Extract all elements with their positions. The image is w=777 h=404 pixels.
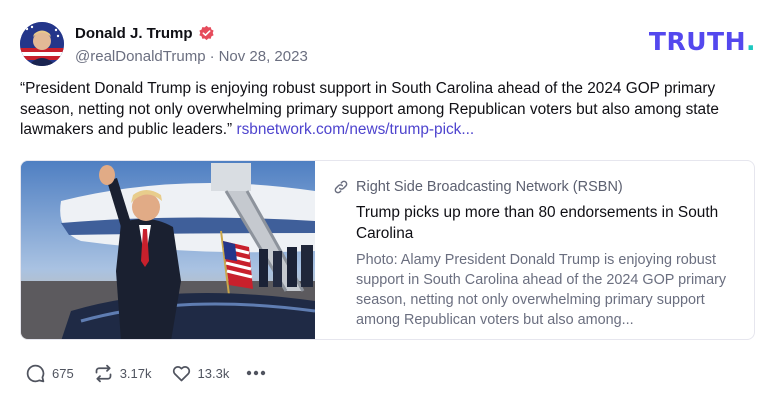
post-header: Donald J. Trump @realDonaldTrump · Nov 28,… [20, 20, 308, 68]
author-meta: @realDonaldTrump · Nov 28, 2023 [75, 48, 308, 65]
reply-button[interactable]: 675 [25, 363, 74, 384]
link-preview-card[interactable]: Right Side Broadcasting Network (RSBN) T… [20, 160, 755, 340]
heart-icon [172, 365, 190, 381]
post-content: “President Donald Trump is enjoying robu… [20, 79, 760, 141]
post-date[interactable]: Nov 28, 2023 [219, 48, 308, 65]
author-handle[interactable]: @realDonaldTrump [75, 48, 206, 65]
retruth-button[interactable]: 3.17k [93, 363, 152, 384]
card-title[interactable]: Trump picks up more than 80 endorsements… [356, 203, 740, 244]
card-description: Photo: Alamy President Donald Trump is e… [356, 252, 727, 328]
like-button[interactable]: 13.3k [171, 363, 230, 384]
truth-post: Donald J. Trump @realDonaldTrump · Nov 28,… [0, 0, 777, 404]
truth-social-logo[interactable]: TRUTH. [649, 29, 756, 55]
post-link[interactable]: rsbnetwork.com/news/trump-pick... [236, 121, 474, 138]
author-name-row: Donald J. Trump [75, 24, 308, 44]
card-image [21, 161, 315, 339]
more-options-icon [247, 370, 266, 376]
logo-text: TRUTH [648, 27, 746, 56]
more-options-button[interactable] [246, 370, 272, 376]
link-icon [333, 179, 349, 195]
meta-separator: · [209, 47, 215, 65]
author-name[interactable]: Donald J. Trump [75, 25, 193, 42]
reply-icon [26, 364, 45, 382]
logo-dot: . [746, 27, 756, 56]
post-actions: 675 3.17k 13.3k [25, 362, 291, 384]
verified-badge-icon [198, 25, 215, 42]
like-count: 13.3k [197, 365, 230, 381]
card-source: Right Side Broadcasting Network (RSBN) [356, 179, 623, 195]
retruth-icon [95, 364, 112, 382]
avatar[interactable] [20, 22, 64, 66]
author-block: Donald J. Trump @realDonaldTrump · Nov 28,… [75, 24, 308, 65]
retruth-count: 3.17k [119, 365, 152, 381]
card-body: Right Side Broadcasting Network (RSBN) T… [315, 161, 754, 339]
reply-count: 675 [52, 365, 74, 381]
